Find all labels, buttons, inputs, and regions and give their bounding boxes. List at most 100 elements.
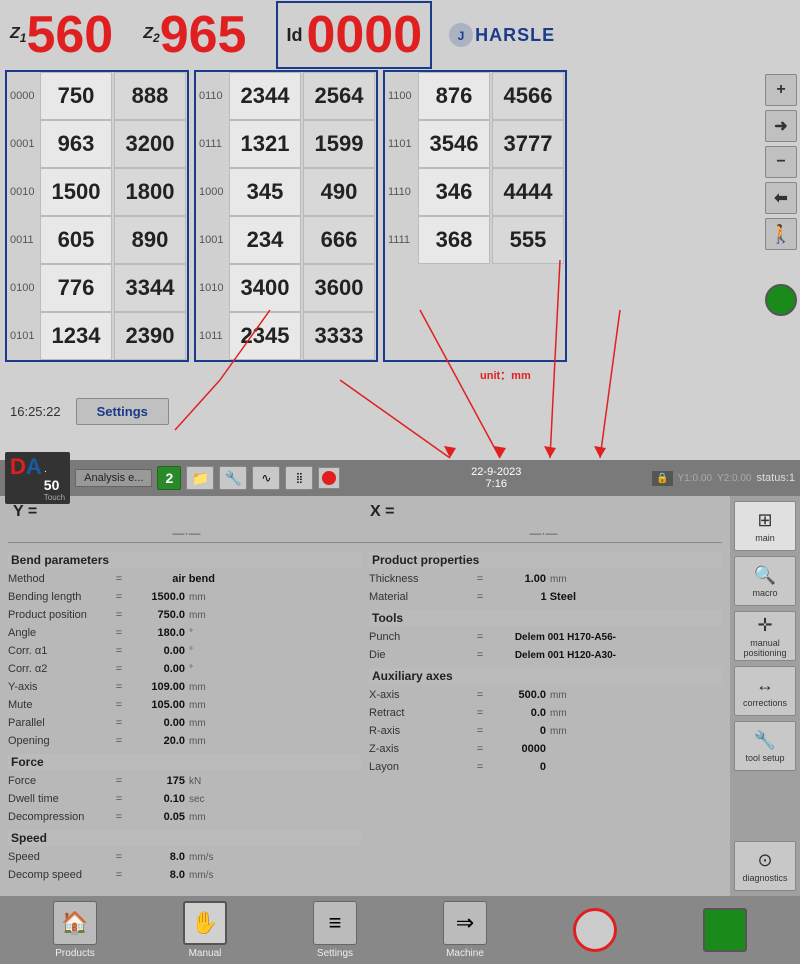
- harsle-icon: J: [447, 21, 475, 49]
- green-rect-icon: [703, 908, 747, 952]
- speed-title: Speed: [8, 830, 361, 846]
- manual-button[interactable]: ✋ Manual: [183, 901, 227, 959]
- machine-button[interactable]: ⇒ Machine: [443, 901, 487, 959]
- side-buttons: + ➜ − ⬅ 🚶: [762, 70, 800, 320]
- minus-button[interactable]: −: [765, 146, 797, 178]
- y1-value: Y1:0.00: [678, 473, 712, 484]
- param-method: Method = air bend: [8, 570, 361, 588]
- wave-button[interactable]: ∿: [252, 466, 280, 490]
- sidebar-tool-setup-button[interactable]: 🔧 tool setup: [734, 721, 796, 771]
- green-indicator: [765, 284, 797, 316]
- macro-label: macro: [752, 588, 777, 598]
- param-thickness: Thickness = 1.00 mm: [369, 570, 722, 588]
- da-header: D A · 50 Touch Analysis e... 2 📁 🔧 ∿ ⣿ 2…: [0, 460, 800, 496]
- wrench-button[interactable]: 🔧: [219, 466, 247, 490]
- status-label: status:1: [756, 472, 795, 484]
- table-row: 0110 2344 2564: [196, 72, 376, 120]
- table-row: 0001 963 3200: [7, 120, 187, 168]
- harsle-logo: J HARSLE: [447, 21, 555, 49]
- da-main: Y = X = —·— —·— Bend parameters Method =…: [0, 496, 730, 896]
- sidebar-macro-button[interactable]: 🔍 macro: [734, 556, 796, 606]
- table-row: 1001 234 666: [196, 216, 376, 264]
- z2-value: 965: [160, 5, 247, 65]
- da-logo-a: A: [26, 454, 42, 480]
- da-logo-dot: ·: [44, 466, 65, 477]
- param-punch: Punch = Delem 001 H170-A56-: [369, 628, 722, 646]
- sidebar-manual-positioning-button[interactable]: ✛ manual positioning: [734, 611, 796, 661]
- param-decompression: Decompression = 0.05 mm: [8, 808, 361, 826]
- z1-label: Z1: [10, 25, 26, 45]
- sidebar-diagnostics-button[interactable]: ⊙ diagnostics: [734, 841, 796, 891]
- folder-button[interactable]: 📁: [186, 466, 214, 490]
- harsle-text: HARSLE: [475, 25, 555, 46]
- params-left-col: Bend parameters Method = air bend Bendin…: [8, 548, 361, 884]
- da-sidebar: ⊞ main 🔍 macro ✛ manual positioning ↔ co…: [730, 496, 800, 896]
- tool-setup-icon: 🔧: [754, 730, 776, 751]
- top-footer: 16:25:22 Settings: [0, 393, 800, 430]
- id-value: 0000: [306, 5, 422, 65]
- data-group-1: 0000 750 888 0001 963 3200 0010 1500 180…: [5, 70, 189, 362]
- dots-button[interactable]: ⣿: [285, 466, 313, 490]
- table-row: 1010 3400 3600: [196, 264, 376, 312]
- table-row: 1110 346 4444: [385, 168, 565, 216]
- plus-button[interactable]: +: [765, 74, 797, 106]
- data-group-3: 1100 876 4566 1101 3546 3777 1110 346 44…: [383, 70, 567, 362]
- param-r-axis: R-axis = 0 mm: [369, 722, 722, 740]
- sidebar-main-button[interactable]: ⊞ main: [734, 501, 796, 551]
- da-logo-50: 50: [44, 477, 65, 493]
- param-x-axis: X-axis = 500.0 mm: [369, 686, 722, 704]
- z1-value: 560: [26, 5, 113, 65]
- table-row: 0010 1500 1800: [7, 168, 187, 216]
- analysis-button[interactable]: Analysis e...: [75, 469, 152, 487]
- manual-positioning-label: manual positioning: [743, 638, 786, 658]
- param-product-position: Product position = 750.0 mm: [8, 606, 361, 624]
- table-row: 0100 776 3344: [7, 264, 187, 312]
- param-die: Die = Delem 001 H120-A30-: [369, 646, 722, 664]
- red-circle-button[interactable]: [573, 908, 617, 952]
- corrections-label: corrections: [743, 698, 787, 708]
- param-parallel: Parallel = 0.00 mm: [8, 714, 361, 732]
- settings-button[interactable]: Settings: [76, 398, 169, 425]
- green-rect-button[interactable]: [703, 908, 747, 952]
- params-right-col: Product properties Thickness = 1.00 mm M…: [369, 548, 722, 884]
- settings-bottom-button[interactable]: ≡ Settings: [313, 901, 357, 959]
- param-corr-a1: Corr. α1 = 0.00 °: [8, 642, 361, 660]
- lock-icon: 🔒: [652, 471, 672, 486]
- record-button[interactable]: [318, 467, 340, 489]
- table-row: 1011 2345 3333: [196, 312, 376, 360]
- sidebar-corrections-button[interactable]: ↔ corrections: [734, 666, 796, 716]
- manual-icon: ✋: [183, 901, 227, 945]
- diagnostics-icon: ⊙: [757, 850, 772, 871]
- table-row: 1000 345 490: [196, 168, 376, 216]
- param-angle: Angle = 180.0 °: [8, 624, 361, 642]
- y2-value: Y2:0.00: [717, 473, 751, 484]
- unit-label: unit：mm: [480, 367, 531, 383]
- param-z-axis: Z-axis = 0000: [369, 740, 722, 758]
- person-icon[interactable]: 🚶: [765, 218, 797, 250]
- svg-text:J: J: [458, 29, 465, 43]
- settings-bottom-label: Settings: [317, 948, 353, 959]
- da-datetime: 22-9-2023 7:16: [345, 466, 647, 490]
- manual-positioning-icon: ✛: [757, 615, 772, 636]
- green-num-button[interactable]: 2: [157, 466, 181, 490]
- table-row: 0101 1234 2390: [7, 312, 187, 360]
- data-group-2: 0110 2344 2564 0111 1321 1599 1000 345 4…: [194, 70, 378, 362]
- table-row: 0111 1321 1599: [196, 120, 376, 168]
- settings-bottom-icon: ≡: [313, 901, 357, 945]
- param-corr-a2: Corr. α2 = 0.00 °: [8, 660, 361, 678]
- table-row: 1101 3546 3777: [385, 120, 565, 168]
- forward-button[interactable]: ➜: [765, 110, 797, 142]
- main-label: main: [755, 533, 775, 543]
- yx-header: Y = X =: [8, 501, 722, 523]
- header-row: Z1 560 Z2 965 Id 0000 J HARSLE: [0, 0, 800, 70]
- param-force: Force = 175 kN: [8, 772, 361, 790]
- y-dash: —·—: [8, 526, 365, 543]
- da-content: Y = X = —·— —·— Bend parameters Method =…: [0, 496, 800, 896]
- table-row: 0011 605 890: [7, 216, 187, 264]
- product-props-title: Product properties: [369, 552, 722, 568]
- bend-params-title: Bend parameters: [8, 552, 361, 568]
- id-label: Id: [286, 25, 302, 46]
- x-dash: —·—: [365, 526, 722, 543]
- products-button[interactable]: 🏠 Products: [53, 901, 97, 959]
- back-button[interactable]: ⬅: [765, 182, 797, 214]
